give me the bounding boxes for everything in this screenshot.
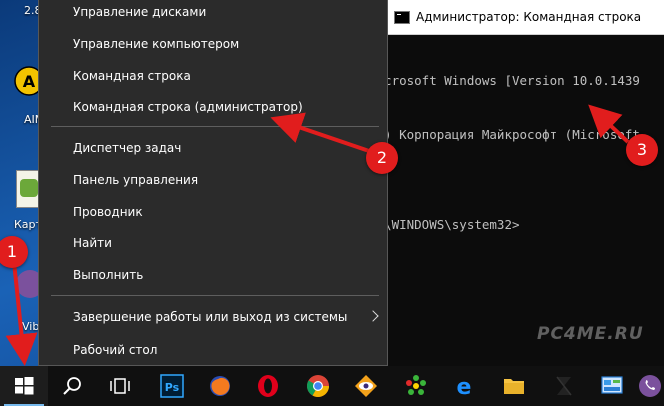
console-line-2: (c) Корпорация Майкрософт (Microsoft xyxy=(369,127,640,142)
menu-item-shutdown[interactable]: Завершение работы или выход из системы xyxy=(39,302,387,332)
viber-icon xyxy=(639,375,661,397)
firefox-icon xyxy=(210,376,230,396)
taskbar-photoshop[interactable]: Ps xyxy=(148,366,196,406)
photoshop-icon: Ps xyxy=(160,374,184,398)
taskbar-control-panel[interactable] xyxy=(588,366,636,406)
console-title-bar[interactable]: Администратор: Командная строка xyxy=(382,0,664,35)
taskbar-icq[interactable] xyxy=(392,366,440,406)
windows-start-icon xyxy=(15,377,34,395)
menu-item-computer-management[interactable]: Управление компьютером xyxy=(39,29,387,59)
media-app-icon xyxy=(556,376,572,396)
watermark: PC4ME.RU xyxy=(537,324,644,344)
cmd-icon xyxy=(394,11,410,24)
file-explorer-icon xyxy=(504,379,524,394)
chrome-icon xyxy=(307,375,329,397)
menu-separator xyxy=(51,126,379,127)
taskbar-firefox[interactable] xyxy=(196,366,244,406)
menu-item-command-prompt-admin[interactable]: Командная строка (администратор) xyxy=(39,92,387,122)
taskbar-viber[interactable] xyxy=(636,366,664,406)
edge-icon: e xyxy=(457,375,472,398)
console-title: Администратор: Командная строка xyxy=(416,10,642,24)
task-view-icon xyxy=(110,378,130,394)
taskbar-edge[interactable]: e xyxy=(440,366,488,406)
svg-text:A: A xyxy=(23,72,36,91)
command-prompt-window[interactable]: Администратор: Командная строка Microsof… xyxy=(369,0,664,366)
annotation-badge-2: 2 xyxy=(366,142,398,174)
menu-item-run[interactable]: Выполнить xyxy=(39,260,387,290)
taskbar-eye-app[interactable] xyxy=(342,366,390,406)
winx-context-menu: Управление дисками Управление компьютеро… xyxy=(38,0,388,366)
search-icon xyxy=(63,377,81,395)
console-output[interactable]: Microsoft Windows [Version 10.0.1439 (c)… xyxy=(369,36,640,270)
desktop-icon-label-4: Vib xyxy=(22,320,40,333)
eye-app-icon xyxy=(355,375,377,397)
taskbar: Ps e xyxy=(0,366,664,406)
menu-item-task-manager[interactable]: Диспетчер задач xyxy=(39,133,387,163)
annotation-badge-3: 3 xyxy=(626,134,658,166)
menu-separator xyxy=(51,295,379,296)
task-view-button[interactable] xyxy=(96,366,144,406)
menu-item-search[interactable]: Найти xyxy=(39,228,387,258)
console-line-1: Microsoft Windows [Version 10.0.1439 xyxy=(369,73,640,88)
icq-icon xyxy=(406,375,426,395)
taskbar-chrome[interactable] xyxy=(294,366,342,406)
taskbar-file-explorer[interactable] xyxy=(490,366,538,406)
control-panel-icon xyxy=(601,376,623,394)
search-button[interactable] xyxy=(48,366,96,406)
menu-item-desktop[interactable]: Рабочий стол xyxy=(39,335,387,365)
taskbar-opera[interactable] xyxy=(244,366,292,406)
console-prompt: C:\WINDOWS\system32> xyxy=(369,217,520,232)
menu-item-control-panel[interactable]: Панель управления xyxy=(39,165,387,195)
svg-text:Ps: Ps xyxy=(165,381,180,394)
menu-item-disk-management[interactable]: Управление дисками xyxy=(39,0,387,27)
opera-icon xyxy=(258,375,278,397)
menu-item-explorer[interactable]: Проводник xyxy=(39,197,387,227)
menu-item-command-prompt[interactable]: Командная строка xyxy=(39,61,387,91)
taskbar-media-app[interactable] xyxy=(540,366,588,406)
menu-item-shutdown-label: Завершение работы или выход из системы xyxy=(73,310,348,324)
start-button[interactable] xyxy=(0,366,48,406)
chevron-right-icon xyxy=(367,310,379,322)
svg-text:e: e xyxy=(457,375,472,398)
